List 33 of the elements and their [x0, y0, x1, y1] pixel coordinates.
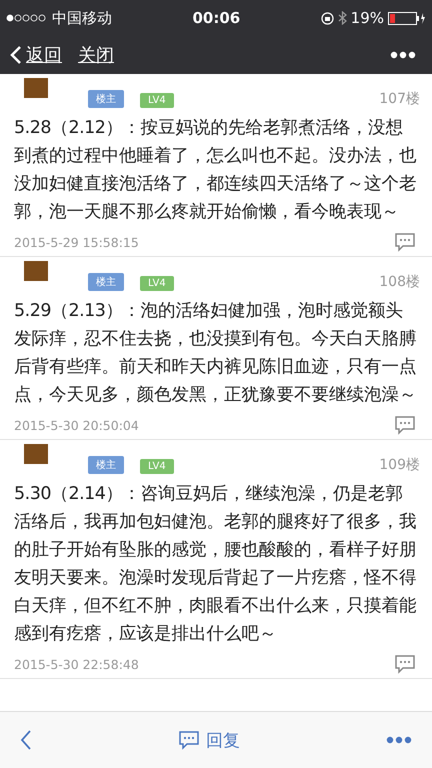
comment-icon[interactable]	[178, 730, 200, 750]
post-time: 2015-5-30 20:50:04	[14, 418, 139, 432]
comment-icon[interactable]	[394, 232, 416, 252]
post-text: 5.28（2.12）：按豆妈说的先给老郭煮活络，没想到煮的过程中他睡着了，怎么叫也不起。没办法，也没加妇健直接泡活络了，都连续四天活络了～这个老郭，泡一天腿不那么疼就开始偷懒，看今晚表现～	[14, 117, 418, 224]
more-icon[interactable]	[390, 51, 416, 59]
post-time: 2015-5-30 22:58:48	[14, 656, 139, 672]
clock-time: 00:06	[192, 9, 240, 27]
rotation-lock-icon	[320, 12, 334, 24]
floor-number: 108楼	[379, 273, 420, 291]
close-link[interactable]: 关闭	[78, 43, 114, 67]
avatar	[24, 78, 48, 98]
back-link[interactable]: 返回	[26, 43, 62, 67]
carrier-name: 中国移动	[52, 8, 112, 28]
level-badge: LV4	[140, 93, 174, 108]
comment-icon[interactable]	[394, 654, 416, 674]
avatar	[24, 444, 48, 464]
avatar	[24, 261, 48, 281]
comment-icon[interactable]	[394, 415, 416, 435]
reply-button[interactable]: 回复	[172, 728, 246, 752]
owner-badge: 楼主	[88, 273, 124, 291]
battery-icon	[388, 12, 426, 24]
post-text: 5.30（2.14）：咨询豆妈后，继续泡澡，仍是老郭活络后，我再加包妇健泡。老郭的腿疼好了很多，我的肚子开始有坠胀的感觉，腰也酸酸的，看样子好朋友明天要来。泡澡时发现后背起了一片疙瘩，怪不得白天痒，但不红不肿，肉眼看不出什么来，只摸着能感到有疙瘩，应该是排出什么吧～	[14, 483, 418, 646]
signal-icon	[6, 14, 48, 22]
owner-badge: 楼主	[88, 456, 124, 474]
level-badge: LV4	[140, 276, 174, 291]
post-text: 5.29（2.13）：泡的活络妇健加强，泡时感觉额头发际痒，忍不住去挠，也没摸到有包。今天白天胳膊后背有些痒。前天和昨天内裤见陈旧血迹，只有一点点，今天见多，颜色发黑，正犹豫要不要继续泡澡～	[14, 300, 418, 407]
bluetooth-icon	[338, 11, 347, 25]
floor-number: 109楼	[379, 456, 420, 474]
floor-number: 107楼	[379, 90, 420, 108]
post-time: 2015-5-29 15:58:15	[14, 234, 139, 250]
battery-percent: 19%	[350, 9, 384, 27]
level-badge: LV4	[140, 459, 174, 474]
owner-badge: 楼主	[88, 90, 124, 108]
